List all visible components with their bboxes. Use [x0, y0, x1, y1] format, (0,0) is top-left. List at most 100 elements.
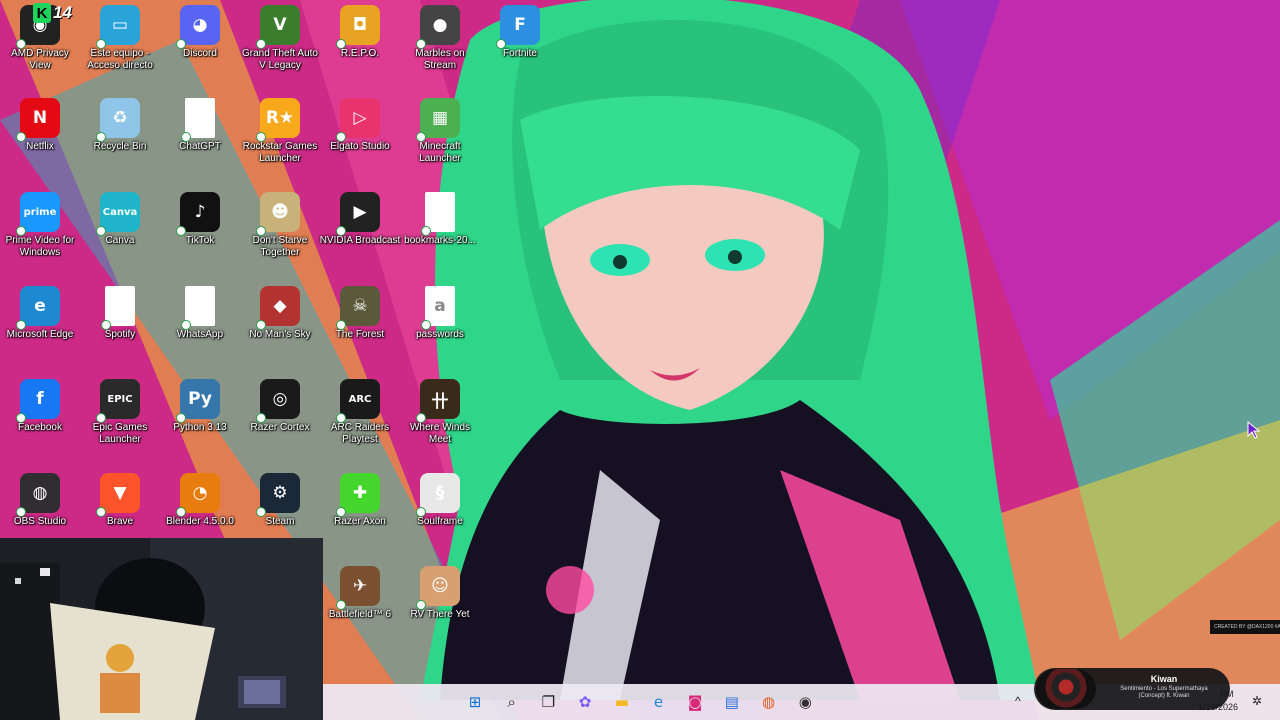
desktop-icon-label: passwords — [416, 329, 464, 340]
dont-starve-icon: ☻ — [256, 192, 300, 236]
webcam-overlay — [0, 538, 323, 720]
desktop-icon-label: Prime Video for Windows — [5, 235, 75, 258]
now-playing-artist: (Concept) ft. Kiwan — [1138, 693, 1190, 699]
desktop-icon-label: R.E.P.O. — [340, 48, 380, 59]
edge-button[interactable]: e — [645, 688, 673, 716]
elgato-studio-icon: ▷ — [336, 98, 380, 142]
gta-v-icon: V — [256, 5, 300, 49]
desktop-icon-label: Soulframe — [417, 516, 463, 527]
icon-glyph: ARC — [348, 393, 372, 405]
icon-glyph: Py — [188, 389, 212, 409]
now-playing-widget[interactable]: Kiwan Sentimiento - Los Supermathaya (Co… — [1034, 668, 1230, 710]
sync-status-icon — [96, 226, 106, 236]
firefox-button[interactable]: ◍ — [755, 688, 783, 716]
marbles-on-stream-icon: ● — [416, 5, 460, 49]
wallpaper-credit: CREATED BY @DAX1200 #AI — [1210, 620, 1280, 634]
desktop-icon-label: Este equipo - Acceso directo — [87, 48, 153, 71]
icon-glyph: F — [514, 15, 526, 35]
desktop-icon[interactable]: ◎ Razer Cortex — [240, 374, 320, 467]
desktop-icon[interactable]: ✚ Razer Axon — [320, 468, 400, 561]
desktop-icon[interactable]: ✈ Battlefield™ 6 — [320, 561, 400, 654]
no-mans-sky-icon: ◆ — [256, 286, 300, 330]
desktop-icon[interactable]: Canva Canva — [80, 187, 160, 280]
icon-glyph: ◎ — [272, 389, 288, 409]
file-explorer-button[interactable]: ▬ — [608, 688, 636, 716]
desktop-icon-label: Blender 4.5.0.0 — [166, 516, 234, 527]
desktop-icon[interactable]: V Grand Theft Auto V Legacy — [240, 0, 320, 93]
icon-glyph: EPIC — [107, 393, 133, 405]
desktop-icon[interactable]: ☺ RV There Yet — [400, 561, 480, 654]
desktop-icon-label: Minecraft Launcher — [419, 141, 461, 164]
desktop-icon[interactable]: § Soulframe — [400, 468, 480, 561]
desktop-icon[interactable]: N Netflix — [0, 93, 80, 186]
icon-glyph: ☺ — [431, 576, 449, 596]
desktop-icon[interactable]: ARC ARC Raiders Playtest — [320, 374, 400, 467]
desktop-icon[interactable]: ♪ TikTok — [160, 187, 240, 280]
desktop-icon[interactable]: ♻ Recycle Bin — [80, 93, 160, 186]
sync-status-icon — [16, 320, 26, 330]
sync-status-icon — [336, 413, 346, 423]
chatgpt-file-icon — [181, 98, 215, 142]
desktop-icon[interactable]: F Fortnite — [480, 0, 560, 93]
desktop-icon[interactable]: Py Python 3.13 — [160, 374, 240, 467]
desktop-icon[interactable]: prime Prime Video for Windows — [0, 187, 80, 280]
store-button[interactable]: ▤ — [718, 688, 746, 716]
store-icon: ▤ — [724, 693, 739, 711]
desktop-icon[interactable]: ◕ Discord — [160, 0, 240, 93]
desktop-icon[interactable]: ◘ R.E.P.O. — [320, 0, 400, 93]
desktop-icon[interactable]: ▭ Este equipo - Acceso directo — [80, 0, 160, 93]
sync-status-icon — [176, 39, 186, 49]
firefox-icon: ◍ — [762, 693, 776, 711]
desktop-icon-label: Epic Games Launcher — [92, 422, 148, 445]
desktop-icon-label: Razer Axon — [334, 516, 386, 527]
icon-glyph: ● — [432, 15, 448, 35]
icon-glyph: a — [434, 296, 446, 316]
desktop-icon[interactable]: ● Marbles on Stream — [400, 0, 480, 93]
desktop-icon[interactable]: ChatGPT — [160, 93, 240, 186]
icon-glyph: e — [34, 296, 46, 316]
desktop-icon[interactable]: EPIC Epic Games Launcher — [80, 374, 160, 467]
search-button[interactable]: ⌕ — [498, 688, 526, 716]
instagram-button[interactable]: ◙ — [681, 688, 709, 716]
sync-status-icon — [336, 600, 346, 610]
desktop-icon[interactable]: 卄 Where Winds Meet — [400, 374, 480, 467]
icon-glyph: ♪ — [194, 202, 206, 222]
desktop-icon[interactable]: a passwords — [400, 281, 480, 374]
sync-status-icon — [416, 413, 426, 423]
blender-icon: ◔ — [176, 473, 220, 517]
obs-studio-icon: ◍ — [16, 473, 60, 517]
task-view-button[interactable]: ❐ — [534, 688, 562, 716]
copilot-icon: ✿ — [578, 693, 592, 711]
facebook-icon: f — [16, 379, 60, 423]
copilot-button[interactable]: ✿ — [571, 688, 599, 716]
desktop-icon[interactable]: f Facebook — [0, 374, 80, 467]
desktop-icon[interactable]: ☠ The Forest — [320, 281, 400, 374]
desktop-icon[interactable]: ▷ Elgato Studio — [320, 93, 400, 186]
desktop-icon-label: ARC Raiders Playtest — [330, 422, 390, 445]
sync-status-icon — [181, 132, 191, 142]
desktop-icon[interactable]: bookmarks-20... — [400, 187, 480, 280]
sync-status-icon — [16, 39, 26, 49]
desktop-icon[interactable]: e Microsoft Edge — [0, 281, 80, 374]
desktop-icon[interactable]: Spotify — [80, 281, 160, 374]
sync-status-icon — [336, 226, 346, 236]
desktop-icon[interactable]: ☻ Don't Starve Together — [240, 187, 320, 280]
the-forest-icon: ☠ — [336, 286, 380, 330]
search-icon: ⌕ — [507, 693, 516, 711]
obs-button[interactable]: ◉ — [791, 688, 819, 716]
start-button[interactable]: ⊞ — [461, 688, 489, 716]
desktop-icon[interactable]: ◆ No Man's Sky — [240, 281, 320, 374]
repo-icon: ◘ — [336, 5, 380, 49]
desktop-icon-label: RV There Yet — [410, 609, 470, 620]
sync-status-icon — [256, 132, 266, 142]
desktop-icon[interactable]: R★ Rockstar Games Launcher — [240, 93, 320, 186]
icon-glyph: 卄 — [431, 391, 449, 412]
sync-status-icon — [16, 226, 26, 236]
desktop-icon[interactable]: WhatsApp — [160, 281, 240, 374]
desktop-icon[interactable]: ▦ Minecraft Launcher — [400, 93, 480, 186]
notification-icon[interactable]: ✲ — [1252, 694, 1262, 708]
desktop-icon[interactable]: ▶ NVIDIA Broadcast — [320, 187, 400, 280]
album-art-icon — [1036, 669, 1096, 709]
desktop-icon-label: Facebook — [18, 422, 62, 433]
tray-chevron-icon[interactable]: ^ — [1015, 694, 1021, 708]
